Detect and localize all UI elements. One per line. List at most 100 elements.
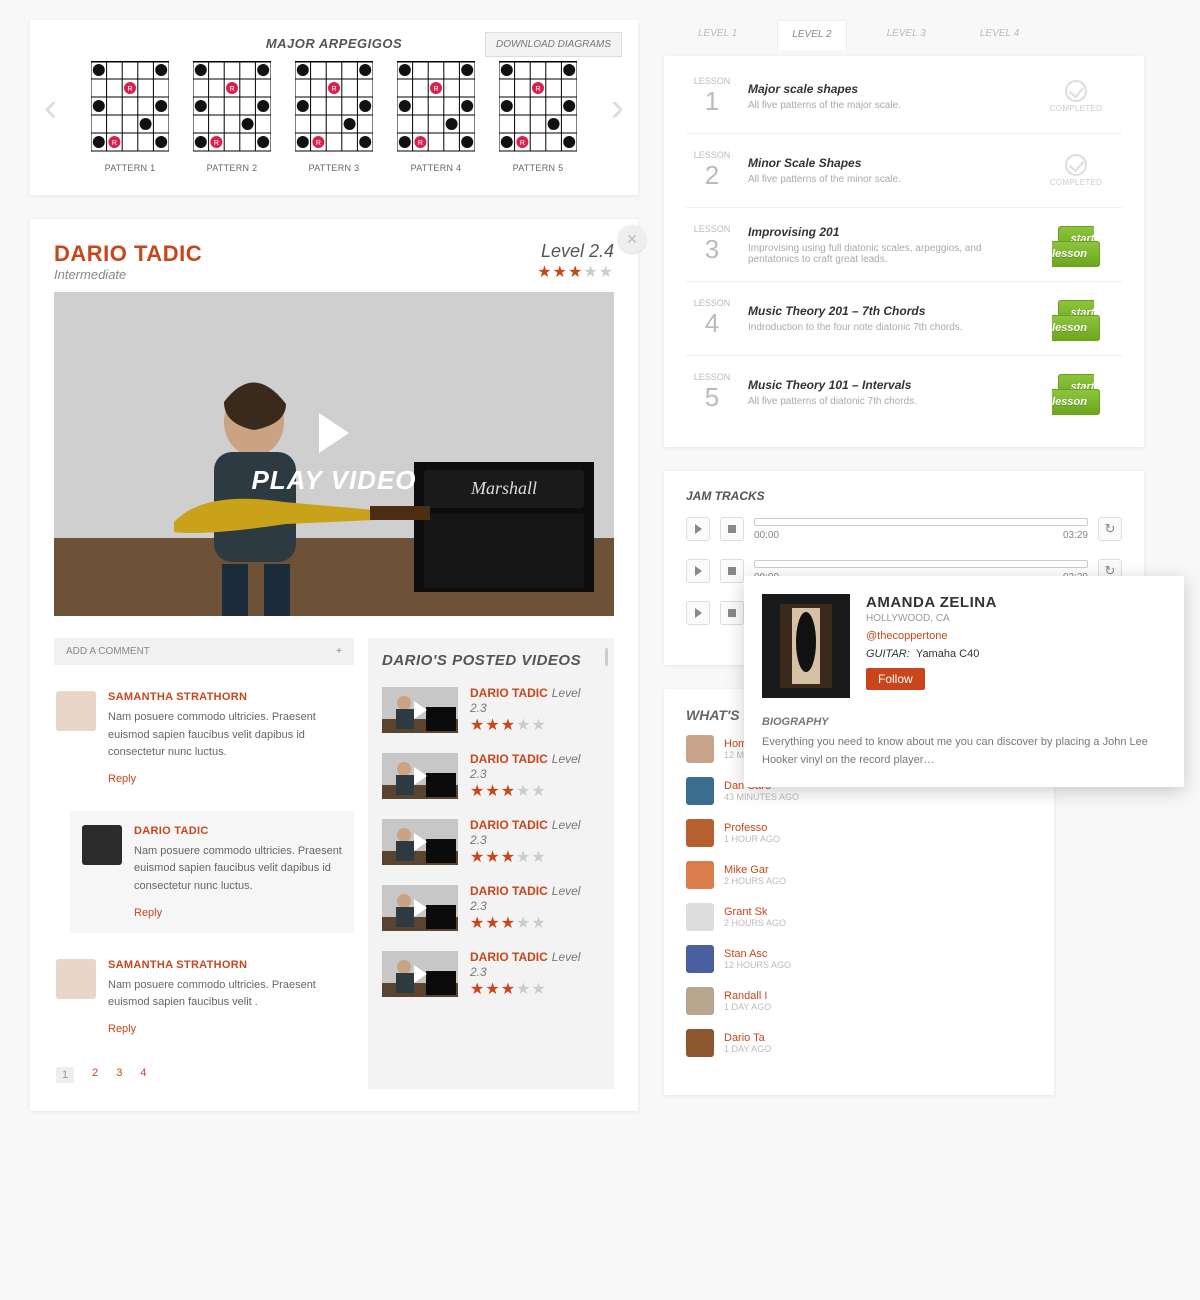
- track-play-button[interactable]: [686, 517, 710, 541]
- profile-name: AMANDA ZELINA: [866, 594, 997, 611]
- video-panel: × DARIO TADIC Intermediate Level 2.4 ★★★…: [30, 219, 638, 1111]
- video-hero[interactable]: Marshall PLAY VIDEO: [54, 292, 614, 616]
- svg-text:R: R: [331, 86, 336, 93]
- tab-level-1[interactable]: LEVEL 1: [684, 20, 751, 50]
- carousel-next[interactable]: ›: [611, 85, 624, 130]
- svg-text:R: R: [418, 140, 423, 147]
- rating-stars: ★★★★★: [537, 262, 614, 282]
- posted-video-item[interactable]: DARIO TADICLevel 2.3 ★★★★★: [382, 685, 600, 735]
- activity-item[interactable]: Randall I 1 DAY AGO: [686, 987, 1032, 1015]
- artist-level-label: Intermediate: [54, 267, 202, 282]
- video-thumbnail: [382, 753, 458, 799]
- track-progress[interactable]: [754, 560, 1088, 568]
- posted-videos-panel: DARIO'S POSTED VIDEOS DARIO TADICLevel 2…: [368, 638, 614, 1089]
- avatar: [56, 959, 96, 999]
- svg-text:R: R: [316, 140, 321, 147]
- page-2[interactable]: 2: [92, 1067, 98, 1083]
- comment-text: Nam posuere commodo ultricies. Praesent …: [134, 843, 342, 896]
- reply-link[interactable]: Reply: [108, 773, 136, 785]
- avatar: [686, 903, 714, 931]
- artist-name: DARIO TADIC: [54, 241, 202, 267]
- posted-video-item[interactable]: DARIO TADICLevel 2.3 ★★★★★: [382, 883, 600, 933]
- track-loop-button[interactable]: [1098, 517, 1122, 541]
- posted-video-item[interactable]: DARIO TADICLevel 2.3 ★★★★★: [382, 817, 600, 867]
- tab-level-3[interactable]: LEVEL 3: [873, 20, 940, 50]
- jam-heading: JAM TRACKS: [686, 489, 1122, 503]
- lessons-panel: LEVEL 1LEVEL 2LEVEL 3LEVEL 4 LESSON1 Maj…: [664, 20, 1144, 447]
- diagram-pattern-3[interactable]: A3M6M6A3RRPATTERN 3: [295, 61, 373, 173]
- posted-video-item[interactable]: DARIO TADICLevel 2.3 ★★★★★: [382, 949, 600, 999]
- activity-item[interactable]: Grant Sk 2 HOURS AGO: [686, 903, 1032, 931]
- page-3[interactable]: 3: [116, 1067, 122, 1083]
- add-comment-input[interactable]: ADD A COMMENT +: [54, 638, 354, 665]
- svg-text:R: R: [229, 86, 234, 93]
- tab-level-4[interactable]: LEVEL 4: [966, 20, 1033, 50]
- start-lesson-button[interactable]: start lesson: [1052, 300, 1100, 341]
- download-diagrams-button[interactable]: DOWNLOAD DIAGRAMS: [485, 32, 622, 57]
- activity-item[interactable]: Stan Asc 12 HOURS AGO: [686, 945, 1032, 973]
- track-progress[interactable]: [754, 518, 1088, 526]
- comment-author[interactable]: SAMANTHA STRATHORN: [108, 959, 344, 971]
- jam-track: 00:0003:29: [686, 517, 1122, 541]
- page-4[interactable]: 4: [140, 1067, 146, 1083]
- play-icon: [319, 413, 349, 453]
- lesson-row: LESSON5 Music Theory 101 – IntervalsAll …: [686, 356, 1122, 429]
- play-video-label: PLAY VIDEO: [251, 465, 416, 496]
- video-thumbnail: [382, 885, 458, 931]
- comment-author[interactable]: DARIO TADIC: [134, 825, 342, 837]
- reply-link[interactable]: Reply: [134, 907, 162, 919]
- comment-item: SAMANTHA STRATHORN Nam posuere commodo u…: [54, 689, 354, 787]
- rating-stars: ★★★★★: [470, 847, 600, 867]
- diagram-pattern-2[interactable]: A3M6M6A3RRPATTERN 2: [193, 61, 271, 173]
- track-play-button[interactable]: [686, 559, 710, 583]
- svg-text:R: R: [520, 140, 525, 147]
- play-icon: [414, 899, 427, 917]
- avatar: [686, 861, 714, 889]
- profile-handle[interactable]: @thecoppertone: [866, 630, 997, 642]
- page-1: 1: [56, 1067, 74, 1083]
- comment-item: SAMANTHA STRATHORN Nam posuere commodo u…: [54, 957, 354, 1037]
- bio-heading: BIOGRAPHY: [762, 716, 1166, 728]
- activity-item[interactable]: Dario Ta 1 DAY AGO: [686, 1029, 1032, 1057]
- profile-card: AMANDA ZELINA HOLLYWOOD, CA @thecopperto…: [744, 576, 1184, 787]
- lesson-row: LESSON3 Improvising 201Improvising using…: [686, 208, 1122, 282]
- track-stop-button[interactable]: [720, 601, 744, 625]
- diagram-pattern-5[interactable]: A3M6M6A3RRPATTERN 5: [499, 61, 577, 173]
- video-thumbnail: [382, 819, 458, 865]
- carousel-prev[interactable]: ‹: [44, 85, 57, 130]
- play-icon: [414, 701, 427, 719]
- diagram-pattern-1[interactable]: A3M6M6A3RRPATTERN 1: [91, 61, 169, 173]
- track-stop-button[interactable]: [720, 559, 744, 583]
- level-value: Level 2.4: [537, 241, 614, 262]
- reply-link[interactable]: Reply: [108, 1023, 136, 1035]
- comment-author[interactable]: SAMANTHA STRATHORN: [108, 691, 344, 703]
- play-icon: [414, 833, 427, 851]
- activity-item[interactable]: Professo 1 HOUR AGO: [686, 819, 1032, 847]
- play-icon: [414, 965, 427, 983]
- comments-column: ADD A COMMENT + SAMANTHA STRATHORN Nam p…: [54, 638, 354, 1089]
- close-icon[interactable]: ×: [618, 225, 646, 253]
- track-stop-button[interactable]: [720, 517, 744, 541]
- comment-item: DARIO TADIC Nam posuere commodo ultricie…: [70, 811, 354, 933]
- plus-icon: +: [336, 646, 342, 657]
- svg-text:R: R: [433, 86, 438, 93]
- avatar: [686, 987, 714, 1015]
- diagram-carousel: ‹ › MAJOR ARPEGIGOS DOWNLOAD DIAGRAMS A3…: [30, 20, 638, 195]
- track-play-button[interactable]: [686, 601, 710, 625]
- start-lesson-button[interactable]: start lesson: [1052, 374, 1100, 415]
- tab-level-2[interactable]: LEVEL 2: [777, 20, 846, 50]
- follow-button[interactable]: Follow: [866, 668, 925, 690]
- activity-item[interactable]: Mike Gar 2 HOURS AGO: [686, 861, 1032, 889]
- avatar: [686, 735, 714, 763]
- bio-text: Everything you need to know about me you…: [762, 734, 1166, 769]
- posted-video-item[interactable]: DARIO TADICLevel 2.3 ★★★★★: [382, 751, 600, 801]
- lesson-row: LESSON4 Music Theory 201 – 7th ChordsInd…: [686, 282, 1122, 356]
- svg-text:R: R: [214, 140, 219, 147]
- diagram-pattern-4[interactable]: A3M6M6A3RRPATTERN 4: [397, 61, 475, 173]
- start-lesson-button[interactable]: start lesson: [1052, 226, 1100, 267]
- video-thumbnail: [382, 951, 458, 997]
- rating-stars: ★★★★★: [470, 979, 600, 999]
- svg-text:R: R: [127, 86, 132, 93]
- svg-text:R: R: [112, 140, 117, 147]
- profile-photo: [762, 594, 850, 698]
